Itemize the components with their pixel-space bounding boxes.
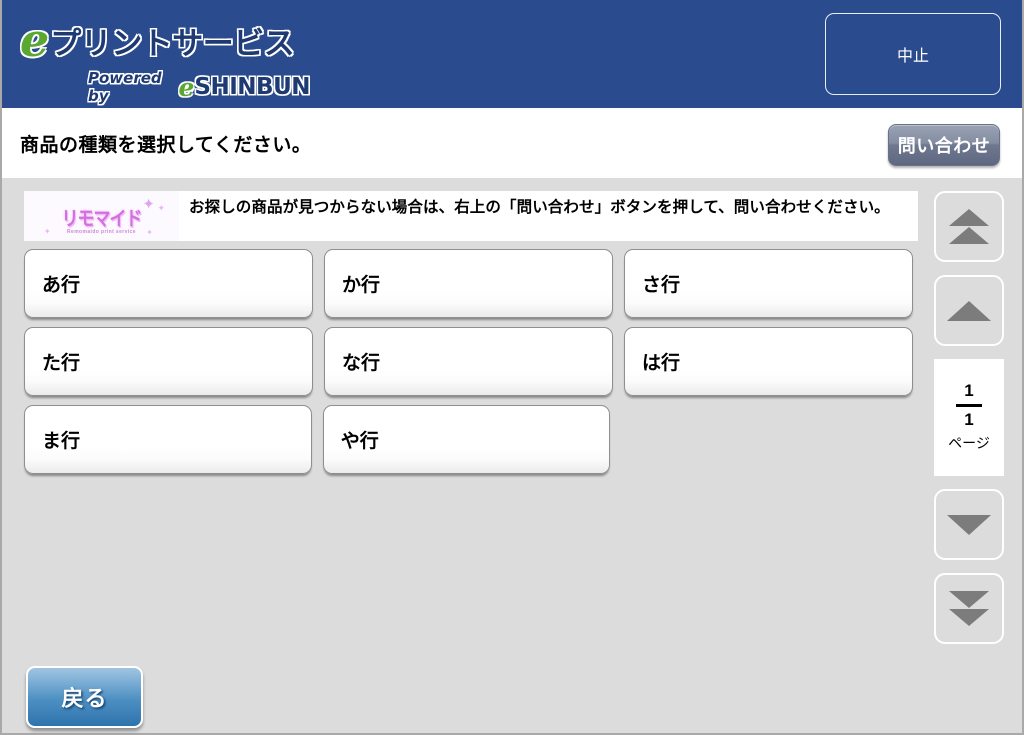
logo-e-icon: e [20, 13, 50, 67]
remomaido-tagline: Remomaido print service [67, 229, 136, 235]
kana-button-label: か行 [342, 275, 381, 296]
kana-button-a[interactable]: あ行 [24, 249, 313, 318]
kana-button-label: さ行 [642, 275, 681, 296]
current-page-number: 1 [964, 381, 974, 401]
kana-button-ma[interactable]: ま行 [24, 405, 312, 474]
page-unit-label: ページ [948, 434, 990, 451]
kana-button-label: は行 [642, 353, 681, 374]
total-page-number: 1 [964, 410, 974, 429]
double-down-arrow-icon [949, 591, 989, 608]
instruction-bar: 商品の種類を選択してください。 [2, 108, 1022, 178]
rail-spacer [934, 560, 1004, 573]
cancel-button[interactable]: 中止 [825, 13, 1001, 95]
content-area: ✦ ✦ ✦ ✦ リモマイド Remomaido print service お探… [2, 178, 1022, 733]
kana-button-row: ま行 や行 [24, 405, 920, 474]
sparkle-icon: ✦ [157, 203, 165, 213]
last-page-button[interactable] [934, 573, 1004, 644]
first-page-button[interactable] [934, 191, 1004, 262]
double-up-arrow-icon [949, 227, 989, 244]
inquiry-button[interactable]: 問い合わせ [888, 124, 1000, 166]
app-header: e プリントサービス Powered by e SHINBUN 中止 [2, 0, 1022, 108]
logo-sub-line: Powered by e SHINBUN [88, 69, 310, 105]
eprint-service-logo: e プリントサービス Powered by e SHINBUN [20, 14, 310, 105]
sparkle-icon: ✦ [142, 196, 155, 213]
kana-button-label: あ行 [42, 275, 81, 296]
next-page-button[interactable] [934, 489, 1004, 560]
prev-page-button[interactable] [934, 275, 1004, 346]
notice-message: お探しの商品が見つからない場合は、右上の「問い合わせ」ボタンを押して、問い合わせ… [179, 191, 918, 241]
kana-button-grid: あ行 か行 さ行 た行 な行 は行 ま行 や行 [24, 249, 920, 483]
kana-button-row: あ行 か行 さ行 [24, 249, 920, 318]
rail-spacer [934, 476, 1004, 489]
kana-grid-empty-slot [621, 405, 909, 474]
logo-powered-by-text: Powered by [88, 69, 162, 105]
remomaido-brand-text: リモマイド [61, 207, 143, 231]
kana-button-label: な行 [342, 353, 381, 374]
rail-spacer [934, 346, 1004, 359]
up-arrow-icon [947, 300, 991, 321]
remomaido-logo: ✦ ✦ ✦ ✦ リモマイド Remomaido print service [24, 191, 179, 241]
logo-shinbun-text: SHINBUN [194, 74, 310, 100]
kana-button-ha[interactable]: は行 [624, 327, 913, 396]
down-arrow-icon [947, 514, 991, 535]
double-down-arrow-icon [949, 609, 989, 626]
page-title: 商品の種類を選択してください。 [20, 135, 312, 156]
page-divider [956, 404, 982, 407]
double-up-arrow-icon [949, 209, 989, 226]
back-button-label: 戻る [61, 686, 108, 711]
cancel-button-label: 中止 [896, 48, 929, 65]
back-button[interactable]: 戻る [26, 666, 143, 728]
logo-main-line: e プリントサービス [20, 14, 310, 66]
kana-button-label: ま行 [42, 431, 81, 452]
logo-powered-e-icon: e [178, 72, 195, 102]
inquiry-button-label: 問い合わせ [897, 136, 991, 156]
kana-button-sa[interactable]: さ行 [624, 249, 913, 318]
rail-spacer [934, 262, 1004, 275]
kana-button-label: や行 [340, 431, 379, 452]
kana-button-row: た行 な行 は行 [24, 327, 920, 396]
kana-button-ta[interactable]: た行 [24, 327, 313, 396]
logo-service-name: プリントサービス [50, 25, 295, 62]
kana-button-ya[interactable]: や行 [322, 405, 611, 474]
kiosk-screen: e プリントサービス Powered by e SHINBUN 中止 商品の種類… [0, 0, 1024, 735]
notice-banner: ✦ ✦ ✦ ✦ リモマイド Remomaido print service お探… [24, 191, 918, 241]
pager-rail: 1 1 ページ [934, 191, 1004, 644]
kana-button-ka[interactable]: か行 [324, 249, 613, 318]
kana-button-na[interactable]: な行 [324, 327, 613, 396]
page-indicator: 1 1 ページ [934, 359, 1004, 476]
kana-button-label: た行 [42, 353, 81, 374]
